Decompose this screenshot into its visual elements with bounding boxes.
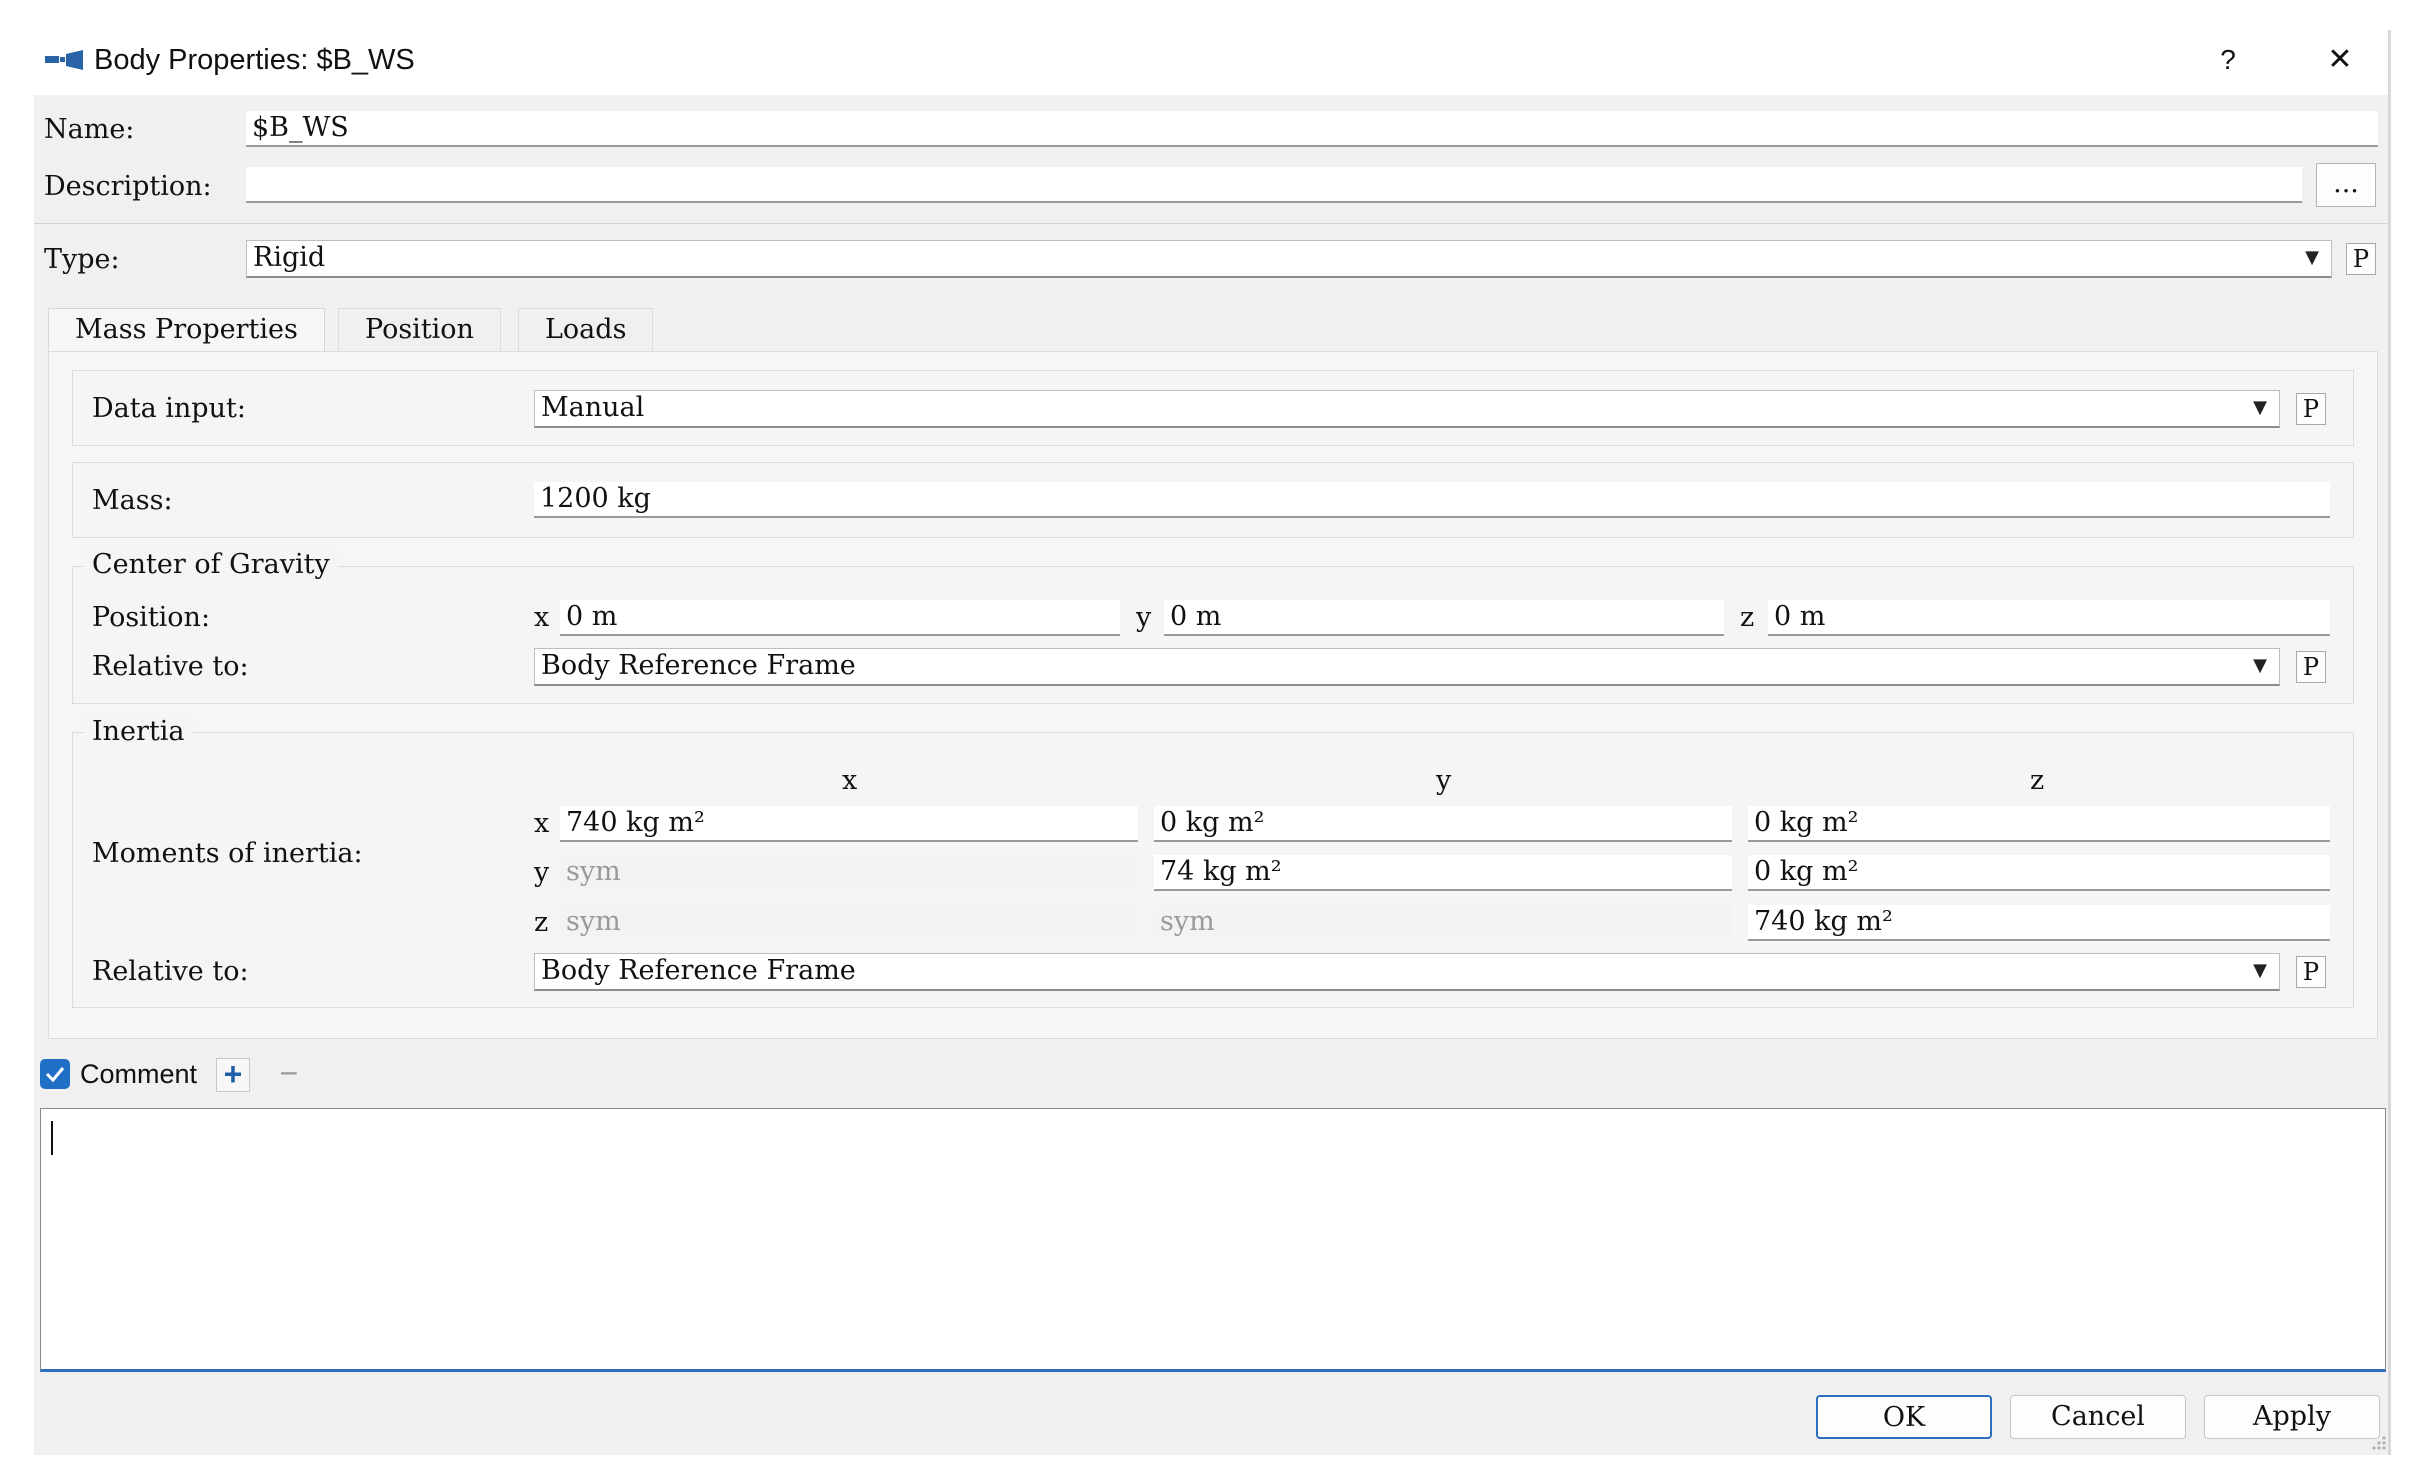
inertia-xx-input[interactable]: 740 kg m² xyxy=(560,806,1138,842)
data-input-select-value: Manual xyxy=(541,392,645,423)
type-select-value: Rigid xyxy=(253,242,326,273)
body-icon xyxy=(45,50,83,70)
name-label: Name: xyxy=(44,114,135,145)
close-button[interactable]: ✕ xyxy=(2318,40,2362,80)
add-comment-button[interactable]: + xyxy=(216,1058,250,1092)
ok-button[interactable]: OK xyxy=(1816,1395,1992,1439)
type-param-button[interactable]: P xyxy=(2346,243,2376,275)
remove-comment-button[interactable]: − xyxy=(272,1055,306,1092)
close-icon: ✕ xyxy=(2327,43,2353,76)
inertia-column-z: z xyxy=(2030,765,2045,796)
inertia-row-axis-x: x xyxy=(534,808,550,839)
window-edge xyxy=(2388,30,2391,1455)
inertia-zz-input[interactable]: 740 kg m² xyxy=(1748,905,2330,941)
data-input-param-button[interactable]: P xyxy=(2296,393,2326,425)
inertia-yx-readonly: sym xyxy=(560,855,1138,891)
inertia-yy-input[interactable]: 74 kg m² xyxy=(1154,855,1732,891)
tab-loads[interactable]: Loads xyxy=(518,308,654,352)
tab-mass-properties[interactable]: Mass Properties xyxy=(48,308,325,352)
name-input[interactable]: $B_WS xyxy=(246,111,2378,147)
inertia-relative-select-value: Body Reference Frame xyxy=(541,955,856,986)
inertia-zx-readonly: sym xyxy=(560,905,1138,941)
inertia-column-y: y xyxy=(1436,765,1452,796)
cog-y-axis-label: y xyxy=(1136,602,1152,633)
type-label: Type: xyxy=(44,244,120,275)
description-label: Description: xyxy=(44,171,212,202)
comment-textarea[interactable] xyxy=(40,1108,2386,1372)
comment-checkbox[interactable] xyxy=(40,1059,70,1089)
mass-input[interactable]: 1200 kg xyxy=(534,482,2330,518)
inertia-row-axis-z: z xyxy=(534,907,549,938)
inertia-row-axis-y: y xyxy=(534,857,550,888)
minus-icon: − xyxy=(279,1055,299,1091)
inertia-zy-readonly: sym xyxy=(1154,905,1732,941)
cog-relative-label: Relative to: xyxy=(92,651,249,682)
inertia-xz-input[interactable]: 0 kg m² xyxy=(1748,806,2330,842)
inertia-relative-select[interactable]: Body Reference Frame ▼ xyxy=(534,953,2280,991)
check-icon xyxy=(45,1067,65,1083)
chevron-down-icon: ▼ xyxy=(2253,655,2267,676)
chevron-down-icon: ▼ xyxy=(2305,247,2319,268)
inertia-title: Inertia xyxy=(84,716,193,748)
comment-label: Comment xyxy=(80,1059,198,1089)
help-button[interactable]: ? xyxy=(2208,40,2248,80)
ellipsis-icon: ... xyxy=(2333,168,2359,199)
inertia-xy-input[interactable]: 0 kg m² xyxy=(1154,806,1732,842)
inertia-yz-input[interactable]: 0 kg m² xyxy=(1748,855,2330,891)
data-input-label: Data input: xyxy=(92,393,246,424)
mass-label: Mass: xyxy=(92,485,173,516)
chevron-down-icon: ▼ xyxy=(2253,960,2267,981)
chevron-down-icon: ▼ xyxy=(2253,397,2267,418)
resize-grip-icon[interactable] xyxy=(2370,1432,2388,1452)
title-bar: Body Properties: $B_WS ? ✕ xyxy=(34,30,2388,95)
cog-relative-param-button[interactable]: P xyxy=(2296,651,2326,683)
cog-z-axis-label: z xyxy=(1740,602,1755,633)
cancel-button[interactable]: Cancel xyxy=(2010,1395,2186,1439)
inertia-relative-label: Relative to: xyxy=(92,956,249,987)
data-input-select[interactable]: Manual ▼ xyxy=(534,390,2280,428)
cog-x-axis-label: x xyxy=(534,602,550,633)
cog-relative-select[interactable]: Body Reference Frame ▼ xyxy=(534,648,2280,686)
inertia-relative-param-button[interactable]: P xyxy=(2296,956,2326,988)
center-of-gravity-title: Center of Gravity xyxy=(84,549,338,581)
cog-x-input[interactable]: 0 m xyxy=(560,600,1120,636)
description-input[interactable] xyxy=(246,167,2302,203)
type-select[interactable]: Rigid ▼ xyxy=(246,240,2332,278)
description-browse-button[interactable]: ... xyxy=(2316,163,2376,207)
divider xyxy=(34,223,2388,224)
inertia-column-x: x xyxy=(842,765,858,796)
cog-y-input[interactable]: 0 m xyxy=(1164,600,1724,636)
text-cursor xyxy=(51,1121,53,1155)
window-title: Body Properties: $B_WS xyxy=(94,44,415,76)
cog-z-input[interactable]: 0 m xyxy=(1768,600,2330,636)
cog-position-label: Position: xyxy=(92,602,211,633)
cog-relative-select-value: Body Reference Frame xyxy=(541,650,856,681)
tab-position[interactable]: Position xyxy=(338,308,501,352)
help-icon: ? xyxy=(2220,44,2236,75)
plus-icon: + xyxy=(223,1056,243,1092)
apply-button[interactable]: Apply xyxy=(2204,1395,2380,1439)
moments-of-inertia-label: Moments of inertia: xyxy=(92,838,363,869)
